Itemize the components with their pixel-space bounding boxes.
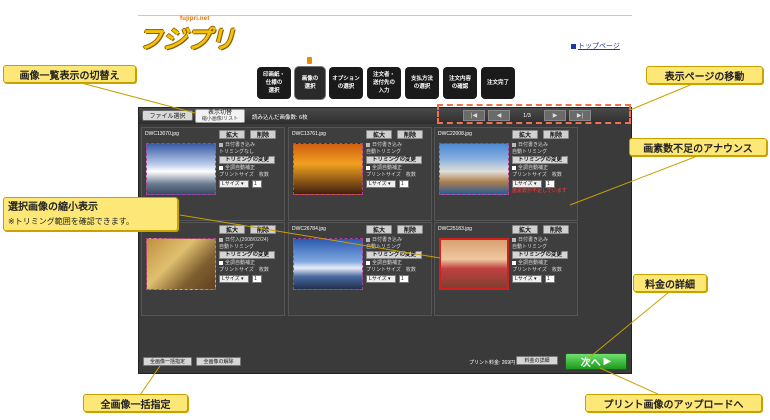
callout-page-move: 表示ページの移動 <box>646 66 763 84</box>
callout-pixel-warning: 画素数不足のアナウンス <box>629 138 767 156</box>
callout-thumbnail-note: ※トリミング範囲を確認できます。 <box>8 217 134 226</box>
callout-select-all: 全画像一括指定 <box>83 394 188 412</box>
callout-thumbnail: 選択画像の縮小表示 ※トリミング範囲を確認できます。 <box>3 197 178 231</box>
callout-upload: プリント画像のアップロードへ <box>585 394 762 412</box>
callout-thumbnail-title: 選択画像の縮小表示 <box>8 202 98 213</box>
callout-view-toggle: 画像一覧表示の切替え <box>3 65 136 83</box>
callout-price-detail: 料金の詳細 <box>633 274 707 292</box>
